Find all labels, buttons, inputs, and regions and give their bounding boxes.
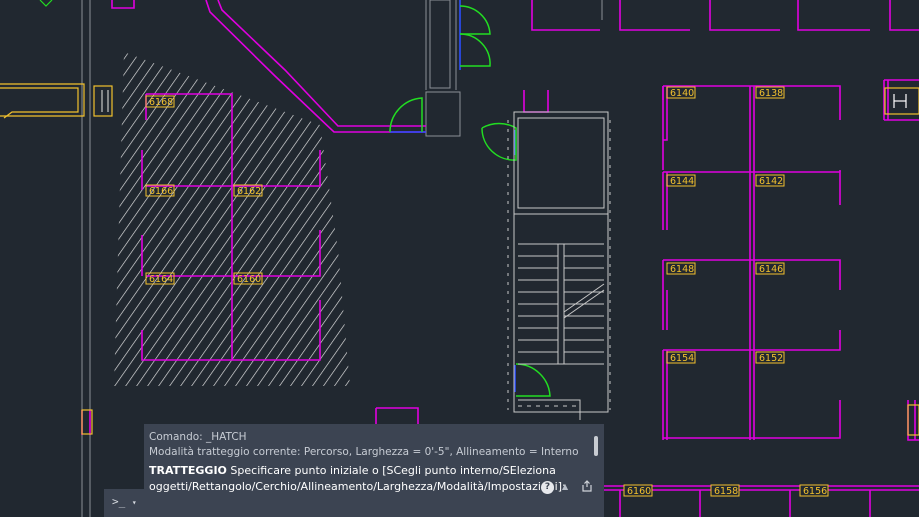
svg-text:6160: 6160: [627, 486, 651, 497]
svg-text:6166: 6166: [149, 186, 173, 197]
h-symbol-icon: [893, 94, 907, 108]
help-icon[interactable]: ?: [541, 481, 554, 494]
room-label: 6138: [755, 86, 785, 99]
command-prompt-icon: >_: [112, 495, 126, 508]
svg-text:6152: 6152: [759, 353, 783, 364]
room-label: 6164: [145, 272, 175, 285]
svg-text:6164: 6164: [149, 274, 173, 285]
command-history-line: Modalità tratteggio corrente: Percorso, …: [149, 446, 579, 458]
room-label: 6152: [755, 351, 785, 364]
svg-text:6154: 6154: [670, 353, 694, 364]
room-label: 6156: [799, 484, 829, 497]
svg-text:6148: 6148: [670, 264, 694, 275]
chevron-down-icon: ▾: [131, 498, 137, 507]
room-label: 6148: [666, 262, 696, 275]
svg-text:6138: 6138: [759, 88, 783, 99]
room-label: 6142: [755, 174, 785, 187]
room-label: 6158: [710, 484, 740, 497]
command-prompt-text: TRATTEGGIO Specificare punto iniziale o …: [149, 463, 584, 495]
command-history-line: Comando: _HATCH: [149, 431, 247, 443]
room-label: 6162: [233, 184, 263, 197]
room-label: 6146: [755, 262, 785, 275]
room-label: 6140: [666, 86, 696, 99]
doors: [389, 5, 551, 397]
room-label: 6154: [666, 351, 696, 364]
svg-text:6156: 6156: [803, 486, 827, 497]
export-icon[interactable]: [581, 480, 593, 492]
room-label: 6144: [666, 174, 696, 187]
gray-symbol: [101, 90, 109, 112]
command-input-button[interactable]: >_ ▾: [104, 489, 144, 517]
room-label: 6160: [233, 272, 263, 285]
command-scrollbar[interactable]: [594, 436, 598, 456]
svg-text:6162: 6162: [237, 186, 261, 197]
svg-text:6160: 6160: [237, 274, 261, 285]
chevron-up-icon[interactable]: ▲: [562, 482, 568, 491]
svg-text:6158: 6158: [714, 486, 738, 497]
stair-core: [507, 111, 611, 420]
svg-text:6140: 6140: [670, 88, 694, 99]
svg-text:6146: 6146: [759, 264, 783, 275]
svg-text:6142: 6142: [759, 176, 783, 187]
command-name: TRATTEGGIO: [149, 464, 227, 477]
svg-text:6168: 6168: [149, 97, 173, 108]
room-label: 6160: [623, 484, 653, 497]
svg-text:6144: 6144: [670, 176, 694, 187]
room-label: 6166: [145, 184, 175, 197]
room-label: 6168: [145, 95, 175, 108]
command-line-panel[interactable]: Comando: _HATCH Modalità tratteggio corr…: [144, 424, 604, 517]
blue-lines: [390, 0, 516, 392]
